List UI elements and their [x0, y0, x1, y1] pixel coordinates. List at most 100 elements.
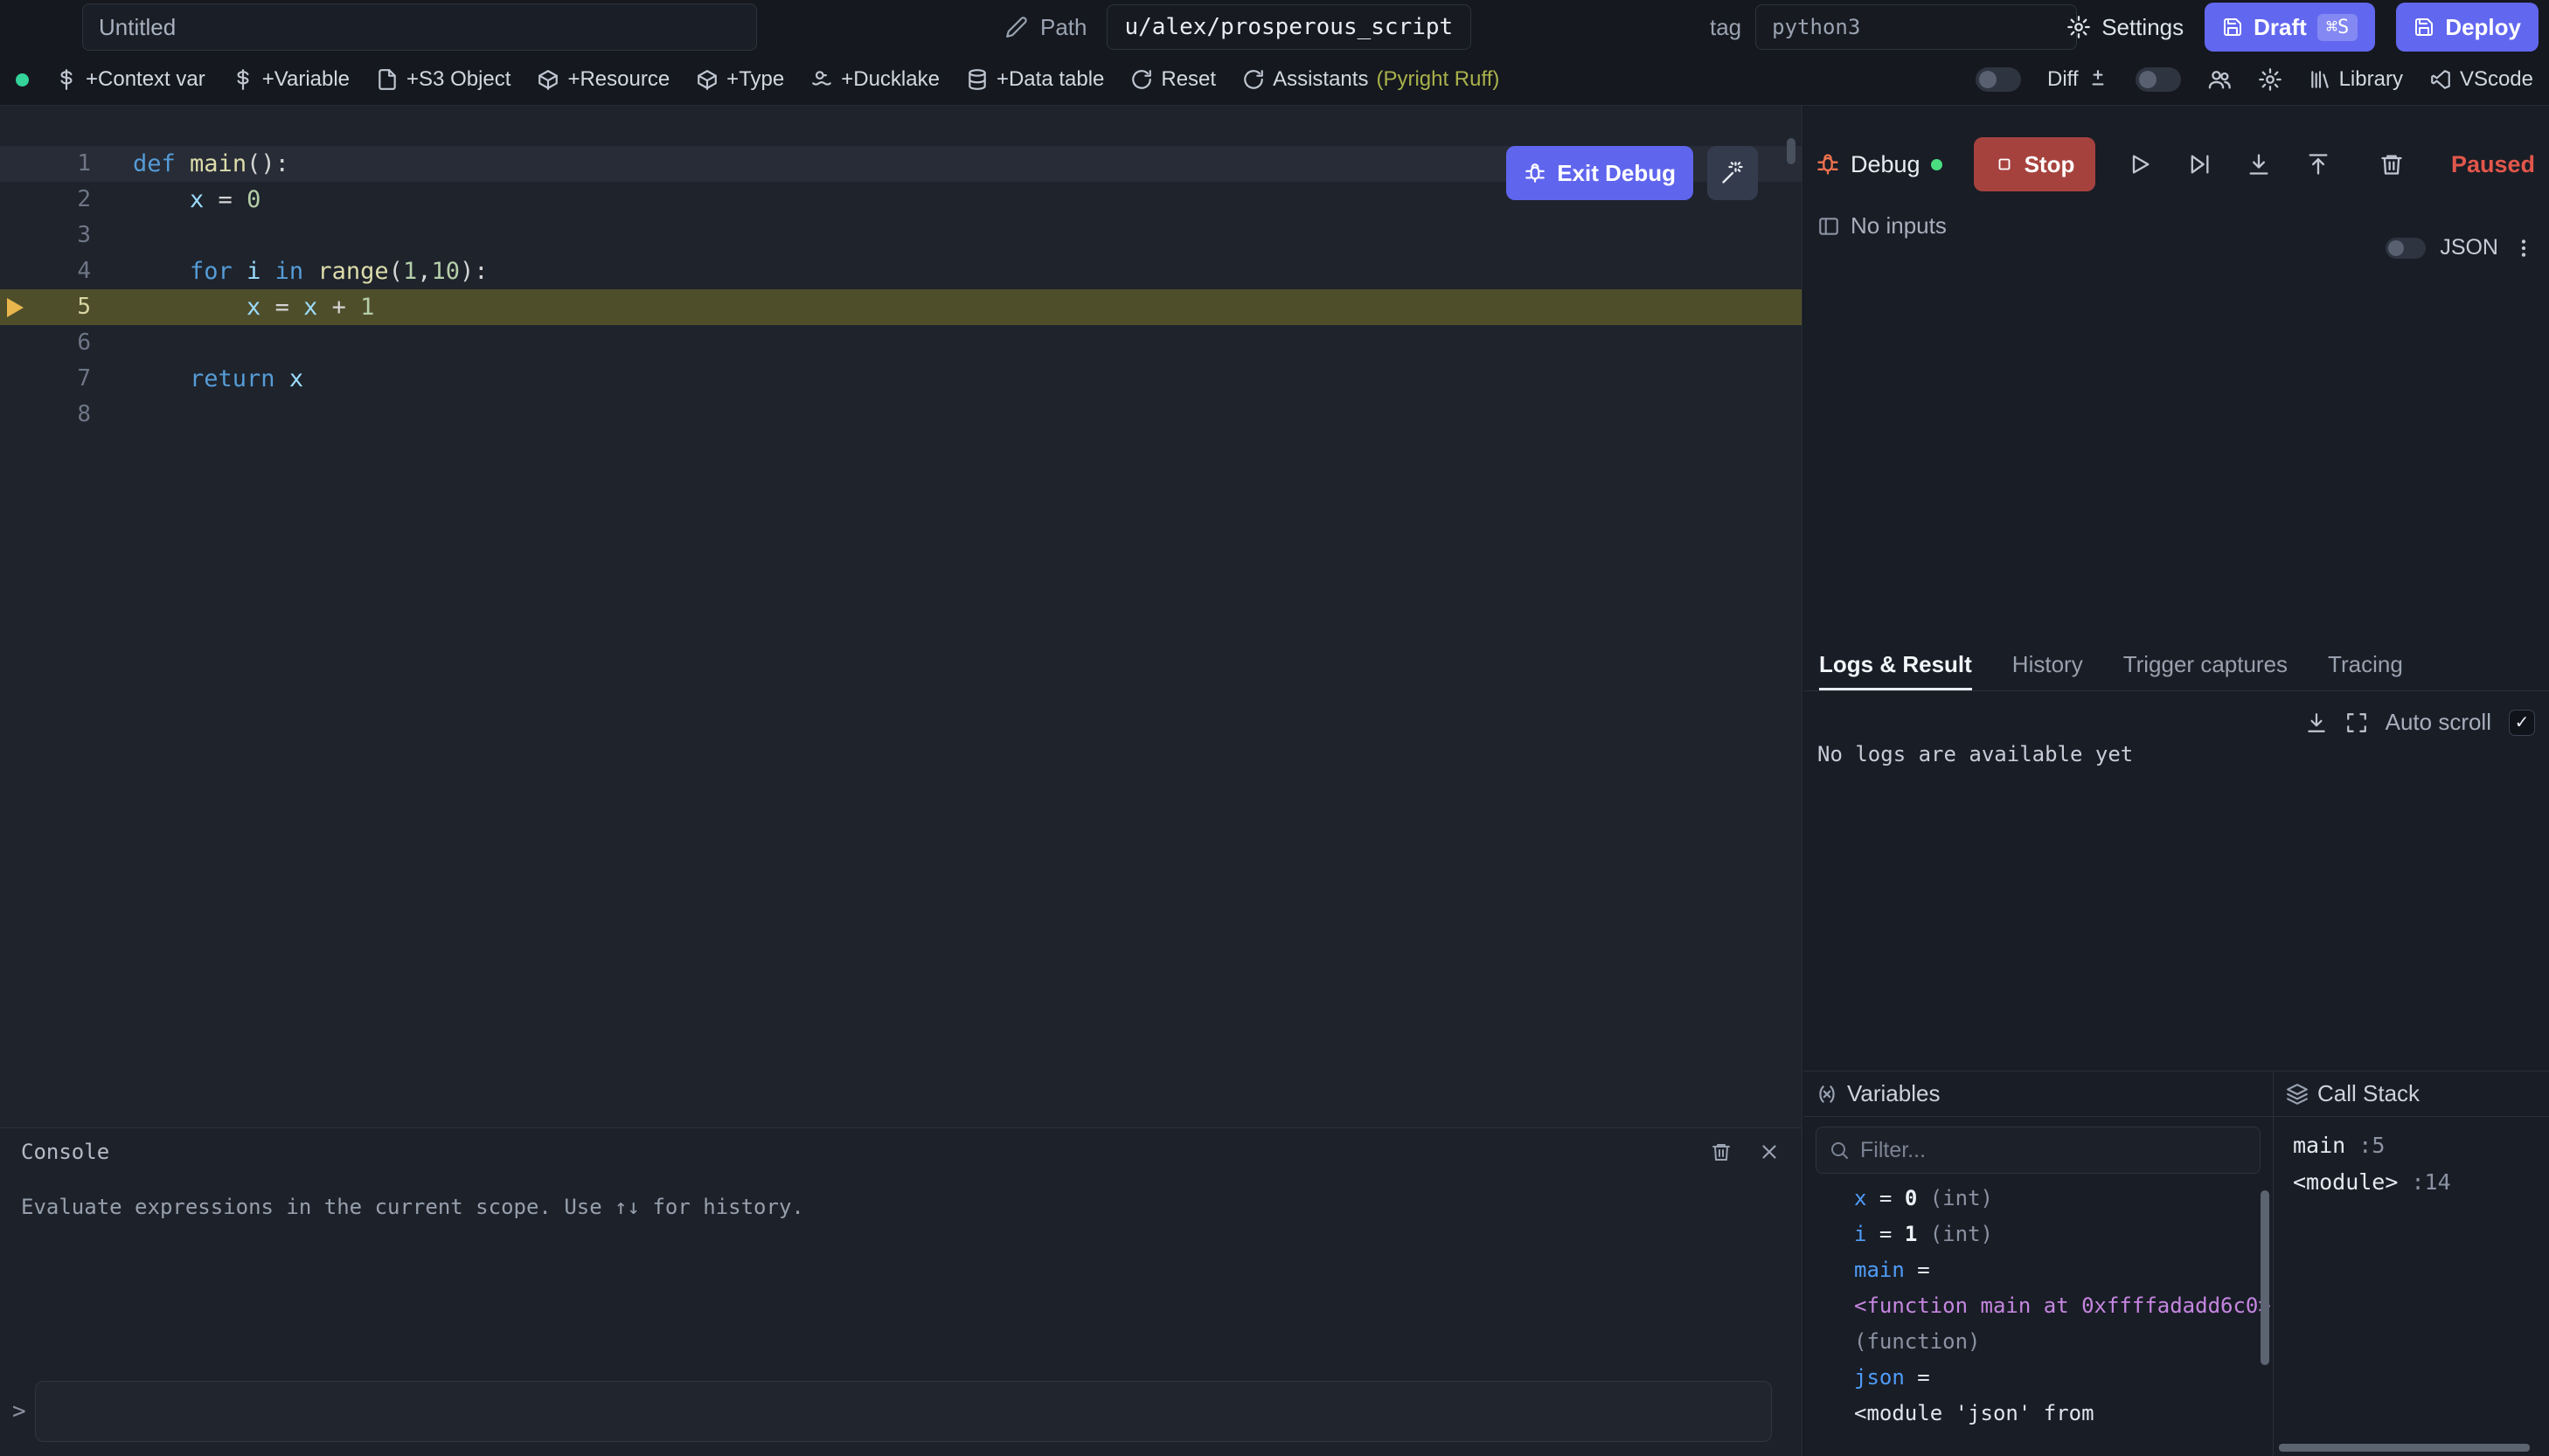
code-line[interactable]: 4 for i in range(1,10): [0, 253, 1802, 289]
variable-row[interactable]: (function) [1854, 1324, 2273, 1360]
line-number[interactable]: 4 [0, 253, 91, 289]
code-editor[interactable]: 1def main():2 x = 034 for i in range(1,1… [0, 106, 1802, 1127]
deploy-label: Deploy [2445, 14, 2521, 41]
tab-trigger-captures[interactable]: Trigger captures [2123, 641, 2288, 690]
line-number[interactable]: 3 [0, 218, 91, 253]
assistants-label: Assistants [1273, 67, 1368, 92]
line-number[interactable]: 1 [0, 146, 91, 182]
pencil-icon[interactable] [1005, 16, 1028, 38]
dollar-icon [232, 68, 254, 91]
assistants-detail: (Pyright Ruff) [1376, 67, 1499, 92]
draft-button[interactable]: Draft ⌘S [2205, 3, 2375, 52]
variables-scrollbar[interactable] [2261, 1190, 2269, 1365]
step-out-button[interactable] [2295, 141, 2342, 188]
duck-icon [810, 68, 833, 91]
assistants-button[interactable]: Assistants (Pyright Ruff) [1242, 67, 1499, 92]
database-icon [966, 68, 989, 91]
toggle-knob [2388, 240, 2404, 256]
variable-row[interactable]: main = [1854, 1252, 2273, 1288]
tag-input[interactable] [1755, 4, 2077, 50]
line-number[interactable]: 8 [0, 397, 91, 433]
tab-logs-result[interactable]: Logs & Result [1819, 641, 1972, 690]
multiplayer-users-button[interactable] [2207, 67, 2232, 92]
script-summary-input[interactable] [82, 3, 757, 51]
debug-active-dot [1931, 159, 1942, 170]
editor-toolbar: +Context var +Variable +S3 Object +Resou… [0, 54, 2549, 106]
stop-square-icon [1995, 155, 2014, 174]
debug-current-line-arrow [7, 298, 24, 317]
json-toggle[interactable] [2386, 238, 2426, 259]
diff-button[interactable]: Diff [2047, 67, 2109, 92]
vscode-label: VScode [2460, 67, 2533, 92]
editor-settings-button[interactable] [2258, 67, 2282, 92]
variable-row[interactable]: <function main at 0xffffadadd6c0> [1854, 1288, 2273, 1324]
step-over-button[interactable] [2176, 141, 2223, 188]
vscode-icon [2429, 68, 2452, 91]
exit-debug-button[interactable]: Exit Debug [1506, 146, 1693, 200]
toggle-knob [1979, 71, 1997, 88]
stop-button[interactable]: Stop [1974, 137, 2096, 191]
toggle-knob [2139, 71, 2157, 88]
variable-row[interactable]: i = 1 (int) [1854, 1217, 2273, 1252]
add-variable-button[interactable]: +Variable [232, 67, 350, 92]
variables-filter-input[interactable] [1860, 1138, 2247, 1163]
multiplayer-toggle[interactable] [2136, 67, 2181, 92]
variables-title: Variables [1847, 1080, 1940, 1107]
add-data-table-button[interactable]: +Data table [966, 67, 1104, 92]
add-ducklake-label: +Ducklake [841, 67, 940, 92]
diff-mode-toggle[interactable] [1976, 67, 2021, 92]
auto-scroll-checkbox[interactable] [2509, 710, 2535, 736]
code-line[interactable]: 6 [0, 325, 1802, 361]
code-line[interactable]: 8 [0, 397, 1802, 433]
console-input[interactable] [35, 1381, 1772, 1442]
add-s3-object-button[interactable]: +S3 Object [376, 67, 510, 92]
debug-status: Paused [2451, 151, 2535, 178]
call-stack-frame[interactable]: <module> :14 [2293, 1164, 2549, 1201]
ai-wand-button[interactable] [1707, 146, 1758, 200]
deploy-button[interactable]: Deploy [2396, 3, 2539, 52]
add-context-var-button[interactable]: +Context var [55, 67, 205, 92]
console-close-button[interactable] [1758, 1141, 1781, 1163]
code-text: def main(): [91, 146, 289, 182]
console-clear-button[interactable] [1711, 1141, 1732, 1162]
topbar: Path u/alex/prosperous_script tag Settin… [0, 0, 2549, 54]
editor-scrollbar[interactable] [1787, 138, 1795, 164]
reset-button[interactable]: Reset [1130, 67, 1216, 92]
settings-button[interactable]: Settings [2066, 14, 2184, 41]
variable-row[interactable]: json = [1854, 1360, 2273, 1396]
clear-debug-button[interactable] [2368, 141, 2415, 188]
debug-toolbar: Debug Stop Paused [1816, 137, 2540, 191]
call-stack-scrollbar[interactable] [2279, 1444, 2530, 1452]
tab-history[interactable]: History [2012, 641, 2083, 690]
variable-row[interactable]: <module 'json' from [1854, 1396, 2273, 1432]
line-number[interactable]: 2 [0, 182, 91, 218]
library-button[interactable]: Library [2309, 67, 2403, 92]
download-logs-button[interactable] [2305, 711, 2328, 734]
code-line[interactable]: 7 return x [0, 361, 1802, 397]
debug-panel: Debug Stop Paused No inputs JSON [1803, 106, 2549, 1456]
line-number[interactable]: 6 [0, 325, 91, 361]
continue-button[interactable] [2116, 141, 2164, 188]
debug-label: Debug [1851, 151, 1920, 178]
more-options-button[interactable] [2512, 237, 2535, 260]
variable-row[interactable]: x = 0 (int) [1854, 1181, 2273, 1217]
step-into-button[interactable] [2235, 141, 2282, 188]
console-title: Console [21, 1140, 109, 1164]
add-resource-button[interactable]: +Resource [537, 67, 670, 92]
script-path[interactable]: u/alex/prosperous_script [1107, 4, 1472, 50]
line-number[interactable]: 7 [0, 361, 91, 397]
console-panel: Console Evaluate expressions in the curr… [0, 1127, 1802, 1456]
code-line[interactable]: 5 x = x + 1 [0, 289, 1802, 325]
json-label: JSON [2440, 235, 2498, 260]
expand-logs-button[interactable] [2345, 711, 2368, 734]
tag-group: tag [1710, 0, 2077, 54]
add-ducklake-button[interactable]: +Ducklake [810, 67, 940, 92]
exit-debug-label: Exit Debug [1557, 160, 1676, 187]
vscode-button[interactable]: VScode [2429, 67, 2533, 92]
code-text [91, 325, 133, 361]
tab-tracing[interactable]: Tracing [2328, 641, 2403, 690]
call-stack-frame[interactable]: main :5 [2293, 1127, 2549, 1164]
code-line[interactable]: 3 [0, 218, 1802, 253]
add-type-button[interactable]: +Type [696, 67, 784, 92]
expand-icon [2345, 711, 2368, 734]
